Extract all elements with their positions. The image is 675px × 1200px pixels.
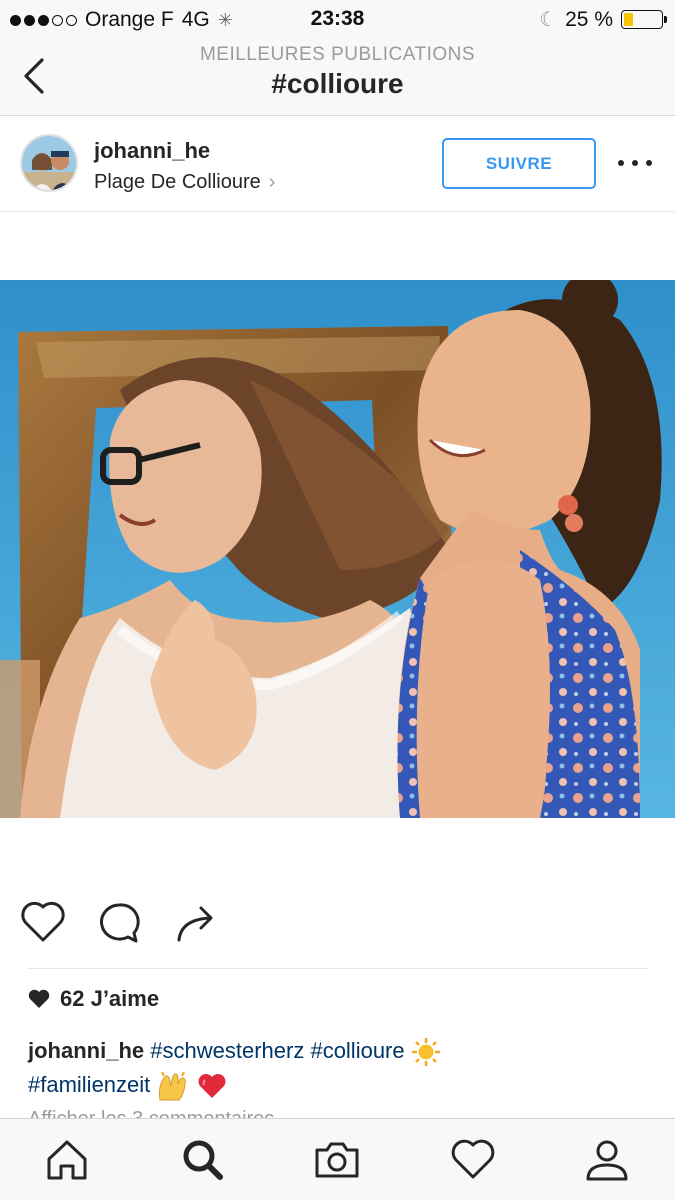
tab-search[interactable]	[180, 1137, 226, 1183]
battery-icon	[621, 10, 667, 29]
profile-icon	[586, 1140, 628, 1181]
post-photo[interactable]	[0, 280, 675, 818]
post-caption: johanni_he #schwesterherz #collioure #fa…	[28, 1034, 648, 1102]
sun-emoji-icon	[411, 1038, 440, 1067]
follow-button[interactable]: SUIVRE	[442, 138, 596, 189]
status-right: ☾ 25 %	[539, 7, 667, 32]
post-username[interactable]: johanni_he	[94, 138, 210, 164]
post-actions	[0, 900, 675, 960]
post-header: johanni_he Plage De Collioure › SUIVRE	[0, 116, 675, 212]
tab-home[interactable]	[44, 1137, 90, 1183]
raised-hands-emoji-icon	[159, 1071, 187, 1101]
tab-activity[interactable]	[450, 1137, 496, 1183]
status-bar: Orange F 4G ✳ 23:38 ☾ 25 %	[0, 0, 675, 38]
avatar-image	[22, 136, 76, 190]
more-options-icon[interactable]	[618, 151, 652, 175]
caption-username[interactable]: johanni_he	[28, 1038, 144, 1063]
search-icon	[183, 1140, 223, 1180]
tab-profile[interactable]	[584, 1137, 630, 1183]
like-heart-icon[interactable]	[20, 900, 70, 950]
heart-filled-icon	[28, 989, 50, 1008]
share-icon[interactable]	[174, 900, 224, 950]
likes-label: 62 J’aime	[60, 986, 160, 1011]
red-heart-emoji-icon	[198, 1074, 226, 1099]
camera-icon	[315, 1142, 359, 1178]
chevron-right-icon: ›	[268, 171, 276, 193]
post-location[interactable]: Plage De Collioure ›	[94, 171, 275, 194]
tab-camera[interactable]	[314, 1137, 360, 1183]
hashtag-link[interactable]: #schwesterherz	[150, 1038, 304, 1063]
hashtag-link[interactable]: #collioure	[310, 1038, 404, 1063]
hashtag-link[interactable]: #familienzeit	[28, 1072, 150, 1097]
home-icon	[47, 1140, 87, 1180]
page-subtitle: MEILLEURES PUBLICATIONS	[199, 44, 476, 65]
tab-bar	[0, 1118, 675, 1200]
comment-icon[interactable]	[96, 900, 146, 950]
nav-header: MEILLEURES PUBLICATIONS #collioure	[0, 38, 675, 116]
divider	[27, 968, 648, 969]
page-title: #collioure	[271, 68, 404, 99]
avatar[interactable]	[20, 134, 78, 192]
battery-percent: 25 %	[565, 7, 613, 31]
moon-icon: ☾	[539, 9, 558, 31]
post-image	[0, 280, 675, 818]
heart-icon	[451, 1139, 495, 1179]
likes-count[interactable]: 62 J’aime	[28, 986, 159, 1012]
location-label: Plage De Collioure	[94, 171, 261, 193]
